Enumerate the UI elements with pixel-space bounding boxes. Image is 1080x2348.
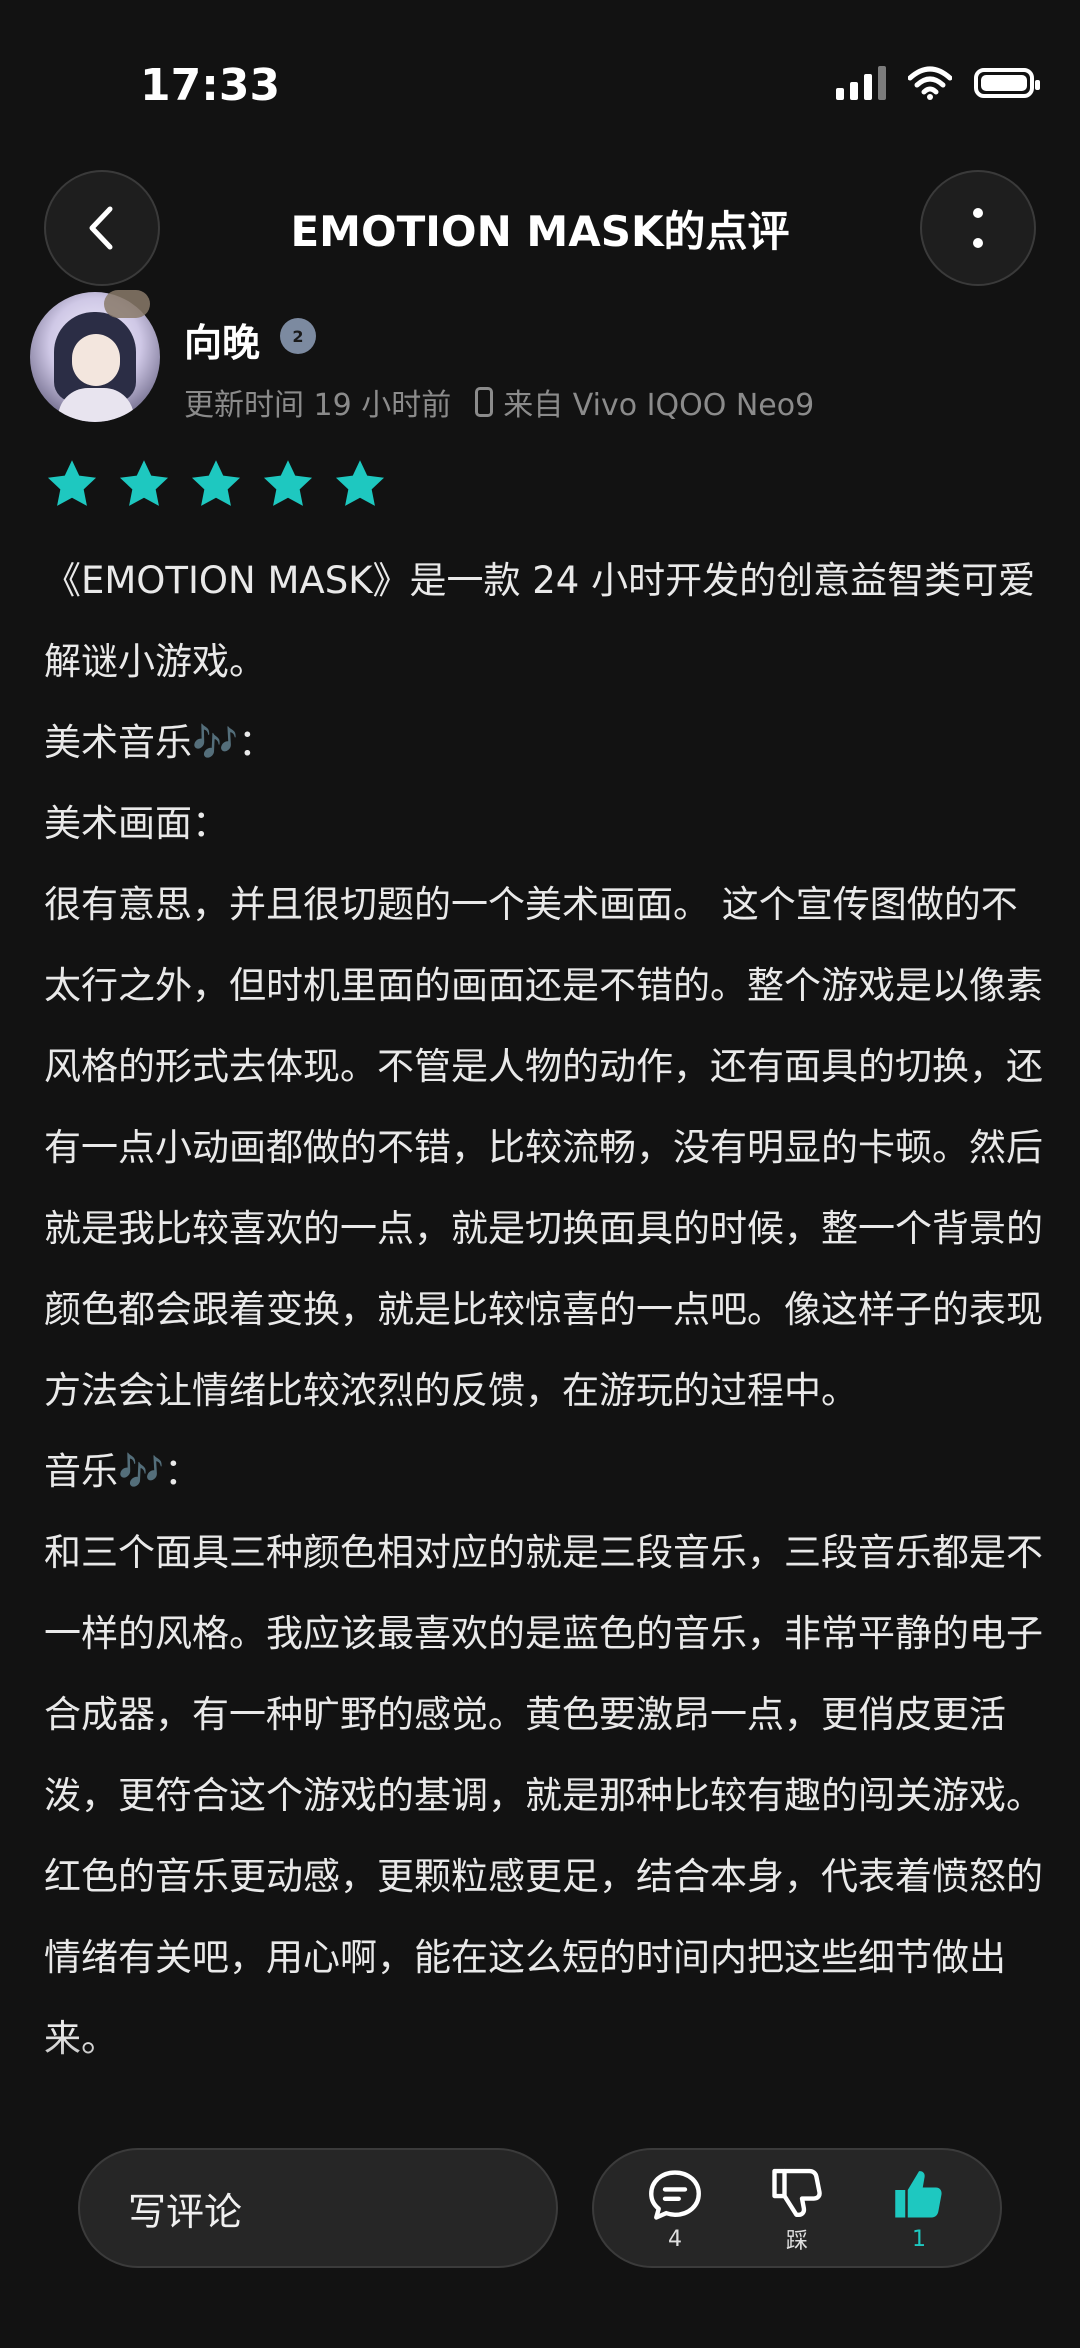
update-time: 更新时间 19 小时前 — [184, 388, 452, 423]
star-icon — [263, 460, 313, 506]
review-content: 《EMOTION MASK》是一款 24 小时开发的创意益智类可爱解谜小游戏。 … — [44, 540, 1044, 2079]
device-info: 来自 Vivo IQOO Neo9 — [475, 380, 814, 424]
thumbs-down-icon — [772, 2168, 822, 2217]
page-title: EMOTION MASK的点评 — [290, 207, 790, 256]
like-count: 1 — [912, 2226, 926, 2252]
battery-icon — [974, 68, 1040, 98]
rating-stars — [44, 456, 388, 512]
wifi-icon — [908, 66, 952, 100]
comment-icon — [649, 2169, 701, 2220]
review-actions: 4 踩 1 — [592, 2148, 1002, 2268]
device-label: 来自 Vivo IQOO Neo9 — [503, 388, 815, 423]
review-paragraph: 《EMOTION MASK》是一款 24 小时开发的创意益智类可爱解谜小游戏。 — [44, 559, 1036, 683]
thumbs-up-icon — [895, 2170, 942, 2217]
more-options-button[interactable] — [920, 170, 1036, 286]
phone-icon — [475, 387, 494, 417]
review-paragraph: 美术音乐🎶： — [44, 721, 276, 764]
review-paragraph: 美术画面： — [44, 802, 229, 845]
write-comment-button[interactable]: 写评论 — [78, 2148, 558, 2268]
level-badge: 2 — [280, 318, 316, 354]
comment-count: 4 — [668, 2226, 682, 2252]
like-button[interactable]: 1 — [869, 2165, 969, 2252]
cellular-signal-icon — [836, 66, 886, 100]
review-meta: 更新时间 19 小时前 来自 Vivo IQOO Neo9 — [184, 380, 814, 424]
comment-button[interactable]: 4 — [625, 2165, 725, 2252]
dislike-label: 踩 — [785, 2229, 808, 2254]
status-icons — [836, 66, 1040, 100]
star-icon — [47, 460, 97, 506]
review-paragraph: 和三个面具三种颜色相对应的就是三段音乐，三段音乐都是不一样的风格。我应该最喜欢的… — [44, 1531, 1043, 2060]
more-vertical-icon — [973, 208, 983, 248]
review-paragraph: 音乐🎶： — [44, 1450, 202, 1493]
avatar-frame-decoration — [104, 290, 150, 318]
author-name[interactable]: 向晚 — [184, 312, 260, 367]
status-time: 17:33 — [140, 60, 281, 111]
review-paragraph: 很有意思，并且很切题的一个美术画面。 这个宣传图做的不太行之外，但时机里面的画面… — [44, 883, 1043, 1412]
star-icon — [191, 460, 241, 506]
dislike-button[interactable]: 踩 — [747, 2161, 847, 2255]
star-icon — [335, 460, 385, 506]
star-icon — [119, 460, 169, 506]
